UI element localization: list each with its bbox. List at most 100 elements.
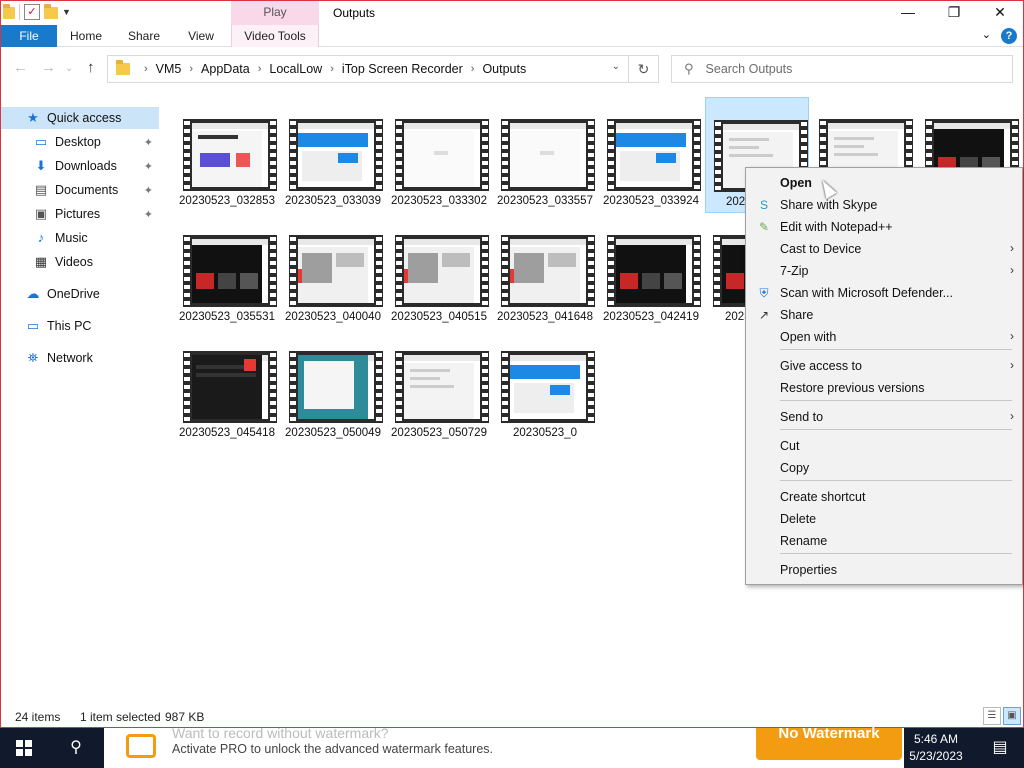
sidebar-item-quick-access[interactable]: ★ Quick access [1, 107, 159, 129]
file-tile[interactable]: 20230523_033557 [493, 97, 597, 213]
customize-qat-icon[interactable]: ▼ [62, 7, 71, 17]
file-tile[interactable]: 20230523_035531 [175, 213, 279, 329]
pin-icon: ✦ [143, 136, 153, 149]
sidebar-item-onedrive[interactable]: ☁ OneDrive [1, 283, 159, 305]
up-icon[interactable]: ↑ [87, 59, 95, 76]
close-button[interactable]: ✕ [977, 1, 1023, 25]
search-box[interactable]: ⚲ Search Outputs [671, 55, 1013, 83]
menu-item-rename[interactable]: Rename [748, 530, 1020, 552]
help-icon[interactable]: ? [1001, 28, 1017, 44]
thumbnail-browser-bar [298, 239, 374, 245]
recent-locations-icon[interactable]: ⌄ [65, 63, 73, 74]
selection-count: 1 item selected [80, 710, 161, 724]
breadcrumb-itop[interactable]: iTop Screen Recorder [342, 62, 463, 76]
file-name: 20230523_032853 [179, 195, 275, 207]
sidebar-item-pictures[interactable]: ▣ Pictures ✦ [1, 203, 159, 225]
breadcrumb-vm5[interactable]: VM5 [156, 62, 182, 76]
expand-ribbon-icon[interactable]: ⌄ [982, 28, 991, 44]
menu-item-edit-with-notepad[interactable]: ✎ Edit with Notepad++ [748, 216, 1020, 238]
tab-file[interactable]: File [1, 25, 57, 47]
no-watermark-button[interactable]: No Watermark [756, 726, 902, 760]
menu-item-7-zip[interactable]: 7-Zip › [748, 260, 1020, 282]
start-button[interactable] [0, 728, 48, 768]
breadcrumb-locallow[interactable]: LocalLow [269, 62, 322, 76]
menu-item-share[interactable]: ↗ Share [748, 304, 1020, 326]
sidebar-item-music[interactable]: ♪ Music [1, 227, 159, 249]
file-tile[interactable]: 20230523_033302 [387, 97, 491, 213]
file-tile[interactable]: 20230523_033039 [281, 97, 385, 213]
window-controls: — ❐ ✕ [885, 1, 1023, 25]
sidebar-item-desktop[interactable]: ▭ Desktop ✦ [1, 131, 159, 153]
selection-size: 987 KB [165, 710, 205, 724]
chevron-right-icon[interactable]: › [189, 63, 193, 75]
file-tile[interactable]: 20230523_0 [493, 329, 597, 445]
breadcrumb-appdata[interactable]: AppData [201, 62, 250, 76]
details-view-icon[interactable]: ☰ [983, 707, 1001, 725]
sidebar-item-network[interactable]: ⛯ Network [1, 347, 159, 369]
clock-date: 5/23/2023 [909, 749, 963, 763]
thumbnail-screen [510, 239, 586, 303]
chevron-right-icon[interactable]: › [471, 63, 475, 75]
tab-share[interactable]: Share [115, 25, 173, 47]
file-name: 20230523_033557 [497, 195, 593, 207]
minimize-button[interactable]: — [885, 1, 931, 25]
quick-access-toolbar: ✓ ▼ [3, 4, 71, 20]
notepadpp-icon: ✎ [758, 220, 770, 234]
file-tile[interactable]: 20230523_050049 [281, 329, 385, 445]
chevron-right-icon[interactable]: › [258, 63, 262, 75]
properties-icon[interactable]: ✓ [24, 4, 40, 20]
menu-item-open-with[interactable]: Open with › [748, 326, 1020, 348]
chevron-right-icon[interactable]: › [330, 63, 334, 75]
menu-item-create-shortcut[interactable]: Create shortcut [748, 486, 1020, 508]
file-tile[interactable]: 20230523_045418 [175, 329, 279, 445]
pin-icon: ✦ [143, 184, 153, 197]
menu-item-restore-previous-versions[interactable]: Restore previous versions [748, 377, 1020, 399]
sidebar-item-downloads[interactable]: ⬇ Downloads ✦ [1, 155, 159, 177]
notification-center-icon[interactable]: ▤ [976, 728, 1024, 768]
menu-item-delete[interactable]: Delete [748, 508, 1020, 530]
file-tile[interactable]: 20230523_050729 [387, 329, 491, 445]
maximize-button[interactable]: ❐ [931, 1, 977, 25]
menu-item-cast-to-device[interactable]: Cast to Device › [748, 238, 1020, 260]
file-tile[interactable]: 20230523_041648 [493, 213, 597, 329]
menu-item-share-with-skype[interactable]: S Share with Skype [748, 194, 1020, 216]
sidebar-item-videos[interactable]: ▦ Videos [1, 251, 159, 273]
large-icons-view-icon[interactable]: ▣ [1003, 707, 1021, 725]
tab-video-tools[interactable]: Video Tools [231, 25, 319, 47]
file-tile[interactable]: 20230523_042419 [599, 213, 703, 329]
share-icon: ↗ [758, 308, 770, 322]
refresh-icon[interactable]: ↻ [628, 56, 658, 82]
taskbar-search-icon[interactable]: ⚲ [52, 728, 100, 768]
sidebar-item-this-pc[interactable]: ▭ This PC [1, 315, 159, 337]
menu-item-cut[interactable]: Cut [748, 435, 1020, 457]
thumbnail-browser-bar [510, 355, 586, 361]
file-tile[interactable]: 20230523_040040 [281, 213, 385, 329]
thumbnail-browser-bar [192, 123, 268, 129]
thumbnail-browser-bar [404, 239, 480, 245]
thumbnail-block [240, 273, 258, 289]
menu-item-label: Share with Skype [780, 198, 878, 212]
menu-item-copy[interactable]: Copy [748, 457, 1020, 479]
tab-view[interactable]: View [173, 25, 229, 47]
back-icon[interactable]: ← [13, 59, 28, 76]
menu-item-give-access-to[interactable]: Give access to › [748, 355, 1020, 377]
thumbnail-block [198, 135, 238, 139]
file-tile[interactable]: 20230523_032853 [175, 97, 279, 213]
menu-item-send-to[interactable]: Send to › [748, 406, 1020, 428]
video-thumbnail [395, 119, 489, 191]
tab-home[interactable]: Home [57, 25, 115, 47]
menu-item-scan-with-microsoft-defender[interactable]: ⛨ Scan with Microsoft Defender... [748, 282, 1020, 304]
forward-icon[interactable]: → [41, 59, 56, 76]
file-tile[interactable]: 20230523_033924 [599, 97, 703, 213]
taskbar-clock[interactable]: 5:46 AM 5/23/2023 [904, 728, 968, 768]
menu-item-open[interactable]: Open [748, 172, 1020, 194]
chevron-right-icon[interactable]: › [144, 63, 148, 75]
menu-separator [780, 400, 1012, 401]
address-dropdown-icon[interactable]: ⌄ [612, 61, 620, 72]
menu-item-properties[interactable]: Properties [748, 559, 1020, 581]
file-tile[interactable]: 20230523_040515 [387, 213, 491, 329]
new-folder-icon[interactable] [44, 4, 58, 19]
sidebar-item-documents[interactable]: ▤ Documents ✦ [1, 179, 159, 201]
address-bar[interactable]: › VM5 › AppData › LocalLow › iTop Screen… [107, 55, 659, 83]
breadcrumb-outputs[interactable]: Outputs [482, 62, 526, 76]
